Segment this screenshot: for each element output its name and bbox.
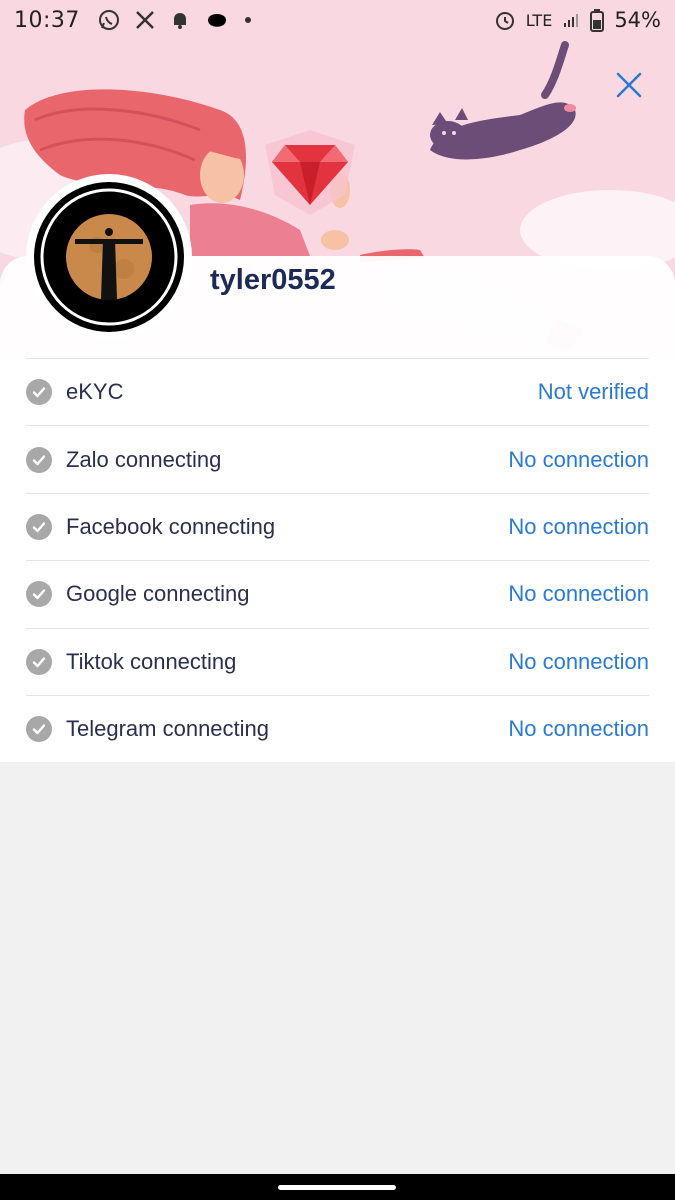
- avatar[interactable]: [26, 174, 192, 340]
- check-icon: [26, 648, 52, 675]
- x-icon: [136, 11, 154, 29]
- status-link[interactable]: No connection: [508, 716, 649, 742]
- status-link[interactable]: No connection: [508, 581, 649, 607]
- check-icon: [26, 513, 52, 540]
- signal-icon: [564, 14, 579, 27]
- notification-icons: [98, 7, 252, 33]
- network-type: LTE: [525, 10, 553, 30]
- status-bar: 10:37 LTE 54%: [0, 0, 675, 40]
- row-ekyc[interactable]: eKYC Not verified: [26, 358, 649, 425]
- status-time: 10:37: [14, 7, 80, 33]
- row-label: Google connecting: [66, 581, 250, 607]
- status-link[interactable]: Not verified: [538, 379, 649, 405]
- check-icon: [26, 716, 52, 743]
- row-telegram[interactable]: Telegram connecting No connection: [26, 694, 649, 762]
- status-link[interactable]: No connection: [508, 447, 649, 473]
- row-google[interactable]: Google connecting No connection: [26, 560, 649, 627]
- battery-percent: 54%: [614, 8, 661, 32]
- row-label: Zalo connecting: [66, 446, 222, 472]
- check-icon: [26, 581, 52, 608]
- connection-list: eKYC Not verified Zalo connecting No con…: [26, 358, 649, 762]
- row-label: Facebook connecting: [66, 513, 276, 539]
- row-label: Tiktok connecting: [66, 648, 237, 674]
- home-indicator[interactable]: [278, 1185, 396, 1190]
- bell-icon: [173, 13, 186, 29]
- system-icons: LTE 54%: [494, 8, 661, 32]
- dot-icon: [244, 17, 251, 23]
- row-label: eKYC: [66, 379, 124, 405]
- close-icon: [616, 72, 642, 98]
- close-button[interactable]: [610, 66, 648, 104]
- whatsapp-icon: [98, 10, 119, 30]
- row-facebook[interactable]: Facebook connecting No connection: [26, 492, 649, 560]
- row-tiktok[interactable]: Tiktok connecting No connection: [26, 627, 649, 695]
- status-link[interactable]: No connection: [508, 649, 649, 675]
- alarm-icon: [495, 12, 514, 30]
- check-icon: [26, 446, 52, 473]
- username: tyler0552: [210, 264, 336, 296]
- battery-icon: [590, 9, 605, 32]
- row-zalo[interactable]: Zalo connecting No connection: [26, 425, 649, 492]
- status-link[interactable]: No connection: [508, 514, 649, 540]
- row-label: Telegram connecting: [66, 716, 270, 742]
- avatar-image: [34, 182, 184, 332]
- avatar-artwork: [40, 188, 178, 326]
- app-icon: [207, 14, 226, 27]
- check-icon: [26, 379, 52, 406]
